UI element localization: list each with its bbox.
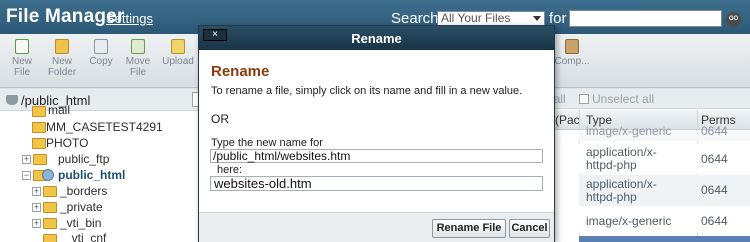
tree-item-vti-cnf[interactable]: _vti_cnf: [43, 231, 193, 242]
unselect-all-link[interactable]: Unselect all: [579, 92, 654, 106]
unselect-all-label: Unselect all: [592, 92, 655, 106]
tree-item-label: _vti_cnf: [65, 231, 107, 242]
tree-item-label: MM_CASETEST4291: [46, 120, 163, 134]
folder-icon: [43, 186, 57, 197]
tree-item-vti-bin[interactable]: + _vti_bin: [32, 216, 192, 232]
new-file-icon: [15, 39, 29, 54]
cell-type-line2: httpd-php: [586, 190, 637, 204]
move-file-icon: [131, 39, 145, 54]
current-path-field[interactable]: /public_html/websites.htm: [210, 149, 543, 163]
folder-icon: [32, 122, 46, 133]
copy-button[interactable]: Copy: [83, 39, 119, 67]
new-name-field[interactable]: websites-old.htm: [210, 176, 543, 191]
tree-item-private[interactable]: + _private: [32, 200, 192, 216]
table-row[interactable]: image/x-generic 0644: [579, 125, 750, 141]
tree-item-photo[interactable]: PHOTO: [32, 136, 192, 152]
cell-type: image/x-generic: [586, 124, 672, 138]
tree-item-public-ftp[interactable]: + public_ftp: [22, 152, 192, 168]
search-scope-select[interactable]: All Your Files: [437, 11, 545, 26]
folder-icon: [43, 218, 57, 229]
move-file-label-1: Move: [125, 56, 151, 67]
move-file-label-2: File: [129, 67, 147, 78]
upload-icon: [171, 39, 185, 54]
tree-item-label: public_ftp: [58, 152, 110, 166]
tree-item-mail[interactable]: mail: [32, 103, 192, 120]
new-file-label-1: New: [11, 56, 32, 67]
new-folder-label-2: Folder: [47, 67, 77, 78]
tree-item-public-html[interactable]: − public_html: [22, 168, 192, 184]
rename-dialog: × Rename Rename To rename a file, simply…: [198, 25, 555, 242]
chevron-down-icon: [533, 16, 541, 21]
cell-type-line2: httpd-php: [586, 158, 637, 172]
expand-plus-icon[interactable]: +: [32, 187, 41, 196]
folder-icon: [43, 234, 57, 242]
cell-perms: 0644: [701, 214, 728, 228]
tree-item-label: mail: [48, 103, 71, 117]
checkbox-icon: [579, 94, 589, 104]
folder-icon: [43, 202, 57, 213]
col-header-pac[interactable]: (Pac: [555, 113, 580, 127]
folder-icon: [33, 154, 47, 165]
copy-label: Copy: [89, 56, 113, 67]
tree-item-label: public_html: [58, 168, 126, 182]
tree-item-borders[interactable]: + _borders: [32, 184, 192, 200]
dialog-footer: Rename File Cancel: [199, 212, 554, 242]
here-label: here:: [217, 164, 243, 176]
new-folder-label-1: New: [51, 56, 72, 67]
type-name-label: Type the new name for: [211, 137, 323, 149]
dialog-heading: Rename: [211, 63, 270, 80]
expand-plus-icon[interactable]: +: [32, 203, 41, 212]
tree-item-label: _private: [60, 200, 103, 214]
tree-item-label: _borders: [60, 184, 108, 198]
folder-tree-pane: /public_html mail MM_CASETEST4291 PHOTO …: [0, 89, 202, 242]
folder-icon: [32, 138, 46, 149]
collapse-minus-icon[interactable]: −: [22, 171, 31, 180]
new-file-button[interactable]: New File: [4, 39, 40, 78]
upload-button[interactable]: Upload: [158, 39, 198, 67]
rename-file-button[interactable]: Rename File: [432, 219, 506, 238]
new-folder-icon: [55, 39, 69, 54]
settings-link[interactable]: Settings: [106, 11, 153, 26]
compress-icon: [565, 39, 579, 54]
table-row[interactable]: application/x- httpd-php 0644: [579, 143, 750, 174]
or-label: OR: [211, 112, 229, 126]
move-file-button[interactable]: Move File: [120, 39, 156, 78]
new-file-label-2: File: [13, 67, 31, 78]
compress-label: Comp...: [554, 56, 590, 67]
cell-type: image/x-generic: [586, 214, 672, 228]
table-row[interactable]: image/x-generic 0644: [579, 206, 750, 233]
tree-item-mm-casetest[interactable]: MM_CASETEST4291: [32, 120, 192, 136]
upload-label: Upload: [162, 56, 194, 67]
new-folder-button[interactable]: New Folder: [43, 39, 81, 78]
expand-plus-icon[interactable]: +: [22, 155, 31, 164]
tree-item-label: _vti_bin: [60, 216, 102, 230]
cell-perms: 0644: [701, 183, 728, 197]
copy-icon: [94, 39, 108, 54]
expand-plus-icon[interactable]: +: [32, 219, 41, 228]
drive-icon: [6, 95, 18, 105]
compress-button[interactable]: Comp...: [554, 39, 590, 67]
cell-perms: 0644: [701, 152, 728, 166]
go-button[interactable]: GO: [726, 12, 741, 27]
cancel-button[interactable]: Cancel: [509, 219, 550, 238]
cell-perms: 0644: [701, 124, 728, 138]
folder-icon: [32, 106, 46, 117]
globe-icon: [42, 169, 54, 181]
dialog-titlebar: × Rename: [199, 26, 554, 50]
search-input[interactable]: [569, 10, 722, 27]
dialog-title: Rename: [351, 31, 402, 46]
dialog-instructions: To rename a file, simply click on its na…: [211, 85, 523, 97]
tree-item-label: PHOTO: [46, 136, 89, 150]
table-row[interactable]: application/x- httpd-php 0644: [579, 175, 750, 206]
search-scope-value: All Your Files: [441, 11, 511, 25]
table-row-selected[interactable]: [579, 236, 750, 242]
